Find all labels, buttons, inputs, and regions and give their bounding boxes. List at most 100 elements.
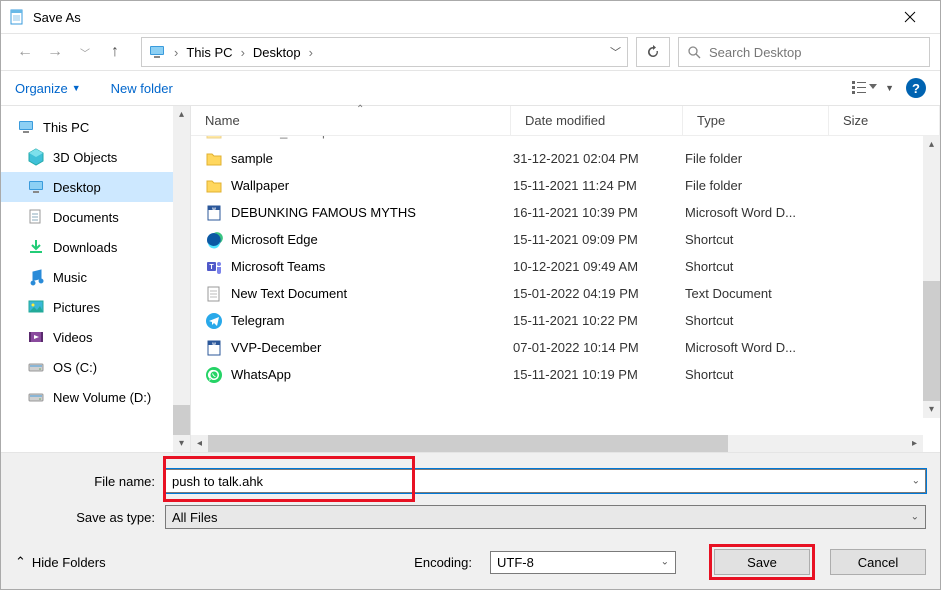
tree-item-downloads[interactable]: Downloads (1, 232, 190, 262)
tree-item-pictures[interactable]: Pictures (1, 292, 190, 322)
text-icon (205, 285, 223, 303)
save-as-dialog: Save As ← → ﹀ ↑ › This PC › Desktop › ﹀ (0, 0, 941, 590)
drive-icon (27, 388, 45, 406)
chevron-down-icon: ⌄ (911, 512, 919, 523)
file-name-label: File name: (15, 474, 165, 489)
teams-icon: T (205, 258, 223, 276)
column-type-header[interactable]: Type (683, 106, 829, 135)
organize-button[interactable]: Organize▼ (15, 81, 81, 96)
music-icon (27, 268, 45, 286)
file-row[interactable]: WhatsApp15-11-2021 10:19 PMShortcut (191, 361, 923, 388)
tree-this-pc[interactable]: This PC (1, 112, 190, 142)
svg-text:W: W (212, 341, 216, 346)
chevron-up-icon: ⌃ (15, 554, 26, 570)
desktop-icon (27, 178, 45, 196)
edge-icon (205, 231, 223, 249)
file-row[interactable]: LinkedIn_writeups13-12-2021 07:33 PMFile… (191, 136, 923, 145)
folder-icon (205, 177, 223, 195)
file-rows: LinkedIn_writeups13-12-2021 07:33 PMFile… (191, 136, 940, 435)
whatsapp-icon (205, 366, 223, 384)
back-button[interactable]: ← (11, 38, 39, 66)
folder-icon (205, 150, 223, 168)
this-pc-icon (17, 118, 35, 136)
column-headers: ⌃ Name Date modified Type Size (191, 106, 940, 136)
sort-ascending-icon: ⌃ (356, 104, 364, 115)
column-size-header[interactable]: Size (829, 106, 940, 135)
documents-icon (27, 208, 45, 226)
scroll-down-icon[interactable]: ▾ (923, 401, 940, 418)
svg-text:W: W (212, 206, 216, 211)
help-button[interactable]: ? (906, 78, 926, 98)
scroll-thumb[interactable] (923, 281, 940, 401)
tree-item-3d-objects[interactable]: 3D Objects (1, 142, 190, 172)
scroll-right-icon[interactable]: ▸ (906, 435, 923, 452)
search-placeholder: Search Desktop (709, 45, 802, 60)
telegram-icon (205, 312, 223, 330)
encoding-select[interactable]: UTF-8 ⌄ (490, 551, 676, 574)
breadcrumb[interactable]: Desktop (247, 45, 307, 60)
up-button[interactable]: ↑ (101, 38, 129, 66)
cancel-button[interactable]: Cancel (830, 549, 926, 575)
view-options-button[interactable] (851, 79, 879, 97)
forward-button[interactable]: → (41, 38, 69, 66)
horizontal-scrollbar[interactable]: ◂ ▸ (191, 435, 923, 452)
scroll-up-icon[interactable]: ▴ (923, 136, 940, 153)
file-row[interactable]: TMicrosoft Teams10-12-2021 09:49 AMShort… (191, 253, 923, 280)
notepad-icon (9, 9, 25, 25)
navigation-bar: ← → ﹀ ↑ › This PC › Desktop › ﹀ Search D… (1, 33, 940, 71)
window-title: Save As (33, 10, 81, 25)
svg-text:T: T (209, 264, 214, 271)
search-icon (687, 45, 701, 59)
scroll-up-icon[interactable]: ▴ (173, 106, 190, 123)
tree-item-new-volume-d-[interactable]: New Volume (D:) (1, 382, 190, 412)
pictures-icon (27, 298, 45, 316)
refresh-button[interactable] (636, 37, 670, 67)
scroll-left-icon[interactable]: ◂ (191, 435, 208, 452)
chevron-down-icon[interactable]: ﹀ (610, 44, 621, 60)
close-button[interactable] (888, 2, 932, 32)
title-bar: Save As (1, 1, 940, 33)
new-folder-button[interactable]: New folder (111, 81, 173, 96)
save-button[interactable]: Save (714, 549, 810, 575)
hide-folders-button[interactable]: ⌃ Hide Folders (15, 554, 106, 570)
save-as-type-select[interactable]: All Files ⌄ (165, 505, 926, 529)
column-date-header[interactable]: Date modified (511, 106, 683, 135)
folder-tree: This PC 3D ObjectsDesktopDocumentsDownlo… (1, 106, 191, 452)
this-pc-icon (148, 43, 166, 61)
tree-item-videos[interactable]: Videos (1, 322, 190, 352)
scroll-thumb[interactable] (173, 405, 190, 435)
file-row[interactable]: Microsoft Edge15-11-2021 09:09 PMShortcu… (191, 226, 923, 253)
videos-icon (27, 328, 45, 346)
breadcrumb[interactable]: This PC (180, 45, 238, 60)
file-list-pane: ⌃ Name Date modified Type Size LinkedIn_… (191, 106, 940, 452)
address-bar[interactable]: › This PC › Desktop › ﹀ (141, 37, 628, 67)
toolbar: Organize▼ New folder ▼ ? (1, 71, 940, 105)
scroll-down-icon[interactable]: ▾ (173, 435, 190, 452)
file-row[interactable]: Wallpaper15-11-2021 11:24 PMFile folder (191, 172, 923, 199)
file-row[interactable]: Telegram15-11-2021 10:22 PMShortcut (191, 307, 923, 334)
tree-item-os-c-[interactable]: OS (C:) (1, 352, 190, 382)
word-icon: W (205, 339, 223, 357)
chevron-down-icon: ⌄ (661, 557, 669, 568)
file-row[interactable]: New Text Document15-01-2022 04:19 PMText… (191, 280, 923, 307)
tree-item-desktop[interactable]: Desktop (1, 172, 190, 202)
folder-icon (205, 136, 223, 141)
encoding-label: Encoding: (414, 555, 472, 570)
tree-scrollbar[interactable]: ▴ ▾ (173, 106, 190, 452)
vertical-scrollbar[interactable]: ▴ ▾ (923, 136, 940, 418)
save-form: File name: ⌄ Save as type: All Files ⌄ (1, 452, 940, 589)
search-input[interactable]: Search Desktop (678, 37, 930, 67)
drive-icon (27, 358, 45, 376)
word-icon: W (205, 204, 223, 222)
tree-item-documents[interactable]: Documents (1, 202, 190, 232)
column-name-header[interactable]: Name (191, 106, 511, 135)
recent-dropdown[interactable]: ﹀ (71, 38, 99, 66)
file-row[interactable]: WVVP-December07-01-2022 10:14 PMMicrosof… (191, 334, 923, 361)
scroll-thumb[interactable] (208, 435, 728, 452)
tree-item-music[interactable]: Music (1, 262, 190, 292)
explorer-body: This PC 3D ObjectsDesktopDocumentsDownlo… (1, 105, 940, 452)
save-as-type-label: Save as type: (15, 510, 165, 525)
file-row[interactable]: WDEBUNKING FAMOUS MYTHS16-11-2021 10:39 … (191, 199, 923, 226)
file-name-input[interactable] (165, 469, 926, 493)
file-row[interactable]: sample31-12-2021 02:04 PMFile folder (191, 145, 923, 172)
